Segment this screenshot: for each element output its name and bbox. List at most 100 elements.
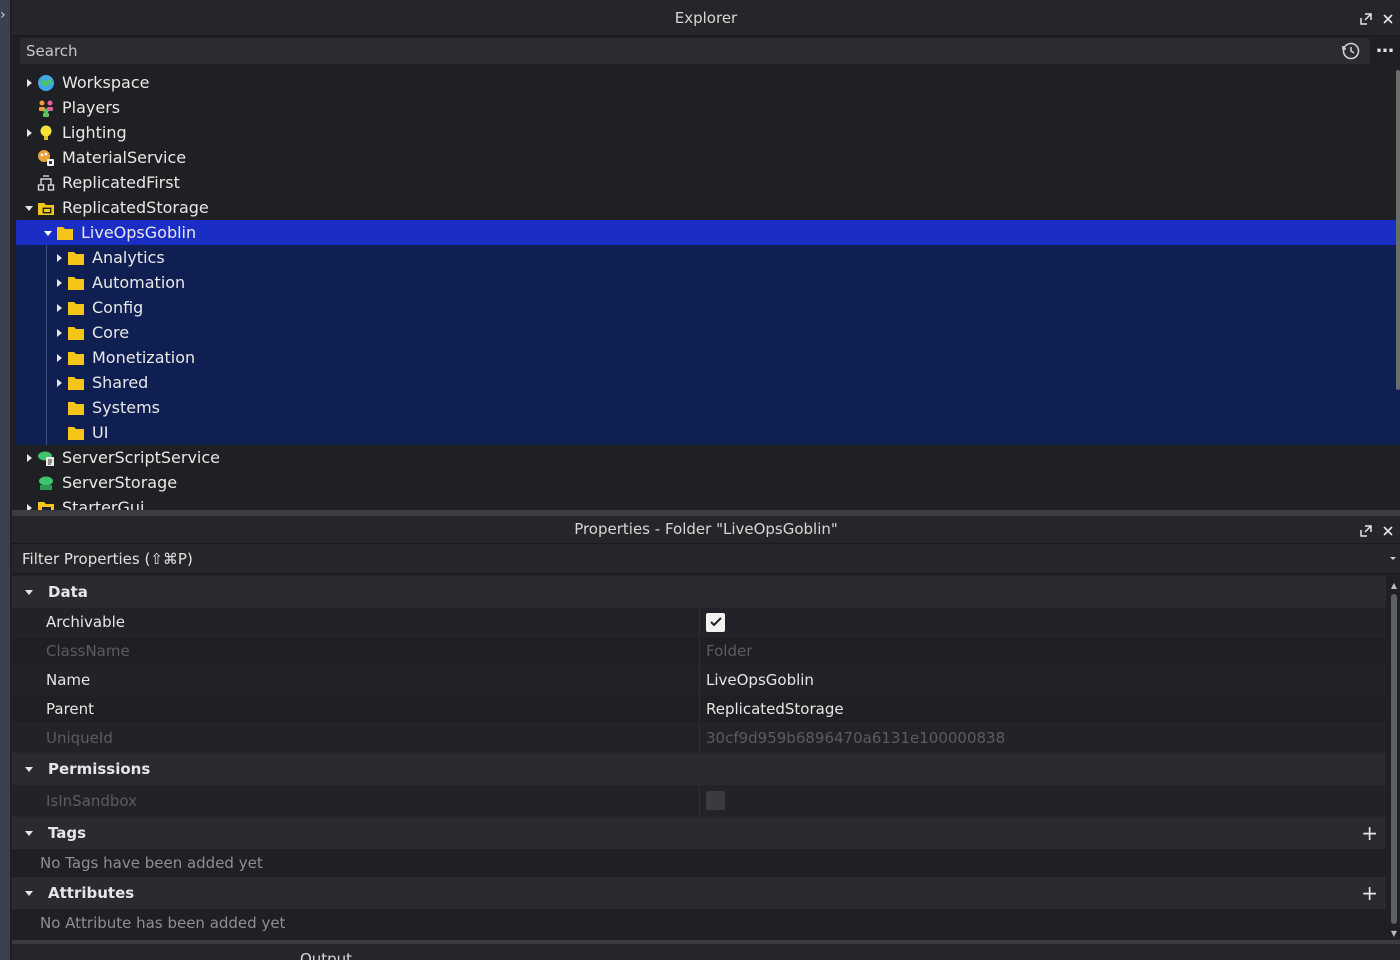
expand-arrow-icon[interactable] <box>52 326 66 340</box>
explorer-header: Explorer <box>12 0 1400 36</box>
server-script-service-icon <box>36 448 56 468</box>
tree-item-serverscriptservice[interactable]: ServerScriptService <box>12 445 1400 470</box>
folder-icon <box>55 223 75 243</box>
prop-value: 30cf9d959b6896470a6131e100000838 <box>706 729 1006 747</box>
isinsandbox-checkbox <box>706 791 725 810</box>
prop-name: ClassName <box>12 637 700 665</box>
tree-item-materialservice[interactable]: MaterialService <box>12 145 1400 170</box>
expand-arrow-icon[interactable] <box>52 376 66 390</box>
scroll-down-icon[interactable]: ▼ <box>1390 930 1398 938</box>
chevron-down-icon[interactable] <box>1388 553 1398 563</box>
collapse-arrow-icon[interactable] <box>22 762 36 776</box>
tree-item-label: Workspace <box>62 73 150 92</box>
tree-item-replicatedfirst[interactable]: ReplicatedFirst <box>12 170 1400 195</box>
collapse-arrow-icon[interactable] <box>22 826 36 840</box>
tree-item-label: ReplicatedFirst <box>62 173 180 192</box>
collapse-arrow-icon[interactable] <box>22 201 36 215</box>
archivable-checkbox[interactable] <box>706 612 725 632</box>
tree-item-label: Config <box>92 298 144 317</box>
expand-arrow-icon[interactable] <box>22 76 36 90</box>
left-edge-strip: › <box>0 0 10 960</box>
properties-scrollbar[interactable]: ▲ ▼ <box>1390 582 1398 938</box>
explorer-scrollbar[interactable] <box>1396 70 1400 390</box>
server-storage-icon <box>36 473 56 493</box>
expand-arrow-icon[interactable] <box>52 351 66 365</box>
tree-item-label: Core <box>92 323 130 342</box>
expand-arrow-icon[interactable] <box>52 251 66 265</box>
expand-arrow-icon[interactable] <box>52 301 66 315</box>
tree-item-label: Shared <box>92 373 149 392</box>
explorer-header-actions <box>1358 11 1396 27</box>
workspace-icon <box>36 73 56 93</box>
properties-header: Properties - Folder "LiveOpsGoblin" <box>12 516 1400 544</box>
properties-title: Properties - Folder "LiveOpsGoblin" <box>574 520 838 538</box>
add-attribute-icon[interactable]: + <box>1361 881 1378 905</box>
folder-icon <box>66 398 86 418</box>
tree-item-systems[interactable]: Systems <box>16 395 1400 420</box>
explorer-search-input[interactable] <box>20 42 1340 60</box>
section-data[interactable]: Data <box>12 576 1386 608</box>
attributes-empty-note: No Attribute has been added yet <box>12 909 1386 937</box>
tree-item-label: MaterialService <box>62 148 187 167</box>
history-icon[interactable] <box>1340 40 1362 62</box>
properties-header-actions <box>1358 523 1396 539</box>
prop-value-input[interactable]: LiveOpsGoblin <box>700 671 1386 689</box>
folder-icon <box>66 348 86 368</box>
section-tags[interactable]: Tags + <box>12 817 1386 849</box>
replicated-first-icon <box>36 173 56 193</box>
output-title: Output <box>299 950 353 960</box>
tree-item-analytics[interactable]: Analytics <box>16 245 1400 270</box>
tree-item-ui[interactable]: UI <box>16 420 1400 445</box>
tree-item-liveopsgoblin[interactable]: LiveOpsGoblin <box>16 220 1400 245</box>
expand-arrow-icon[interactable] <box>22 126 36 140</box>
scroll-thumb[interactable] <box>1391 594 1397 924</box>
tree-item-lighting[interactable]: Lighting <box>12 120 1400 145</box>
prop-name: Parent <box>12 695 700 723</box>
prop-row-uniqueid: UniqueId 30cf9d959b6896470a6131e10000083… <box>12 724 1386 753</box>
tree-item-label: LiveOpsGoblin <box>81 223 197 242</box>
tree-item-workspace[interactable]: Workspace <box>12 70 1400 95</box>
collapse-arrow-icon[interactable] <box>22 585 36 599</box>
folder-icon <box>66 273 86 293</box>
undock-icon[interactable] <box>1358 523 1374 539</box>
add-tag-icon[interactable]: + <box>1361 821 1378 845</box>
section-permissions[interactable]: Permissions <box>12 753 1386 785</box>
tree-item-automation[interactable]: Automation <box>16 270 1400 295</box>
tree-item-replicatedstorage[interactable]: ReplicatedStorage <box>12 195 1400 220</box>
tree-item-label: ServerScriptService <box>62 448 221 467</box>
lightbulb-icon <box>36 123 56 143</box>
selected-children: Analytics Automation Config Core Monetiz… <box>16 245 1400 445</box>
scroll-up-icon[interactable]: ▲ <box>1390 582 1398 590</box>
chevron-right-icon[interactable]: › <box>0 8 8 22</box>
collapse-arrow-icon[interactable] <box>22 886 36 900</box>
tree-item-config[interactable]: Config <box>16 295 1400 320</box>
tree-item-label: Lighting <box>62 123 127 142</box>
prop-value-link[interactable]: ReplicatedStorage <box>700 700 1386 718</box>
prop-row-archivable: Archivable <box>12 608 1386 637</box>
tree-item-label: Analytics <box>92 248 165 267</box>
close-icon[interactable] <box>1380 11 1396 27</box>
folder-icon <box>66 423 86 443</box>
tree-item-serverstorage[interactable]: ServerStorage <box>12 470 1400 495</box>
close-icon[interactable] <box>1380 523 1396 539</box>
undock-icon[interactable] <box>1358 11 1374 27</box>
expand-arrow-icon[interactable] <box>52 276 66 290</box>
more-options-icon[interactable]: … <box>1374 38 1396 62</box>
section-attributes[interactable]: Attributes + <box>12 877 1386 909</box>
expand-arrow-icon[interactable] <box>22 451 36 465</box>
tree-item-monetization[interactable]: Monetization <box>16 345 1400 370</box>
prop-name: UniqueId <box>12 724 700 752</box>
tree-item-label: ReplicatedStorage <box>62 198 209 217</box>
tree-item-label: Automation <box>92 273 186 292</box>
tree-item-label: Monetization <box>92 348 196 367</box>
data-rows: Archivable ClassName Folder Name LiveOps… <box>12 608 1386 753</box>
tree-item-core[interactable]: Core <box>16 320 1400 345</box>
section-title: Data <box>48 583 88 601</box>
properties-list: Data Archivable ClassName Folder Name Li… <box>12 576 1386 937</box>
tree-item-label: UI <box>92 423 109 442</box>
prop-name: Archivable <box>12 608 700 636</box>
tree-item-shared[interactable]: Shared <box>16 370 1400 395</box>
collapse-arrow-icon[interactable] <box>41 226 55 240</box>
tree-item-players[interactable]: Players <box>12 95 1400 120</box>
filter-properties-input[interactable] <box>12 549 1400 568</box>
